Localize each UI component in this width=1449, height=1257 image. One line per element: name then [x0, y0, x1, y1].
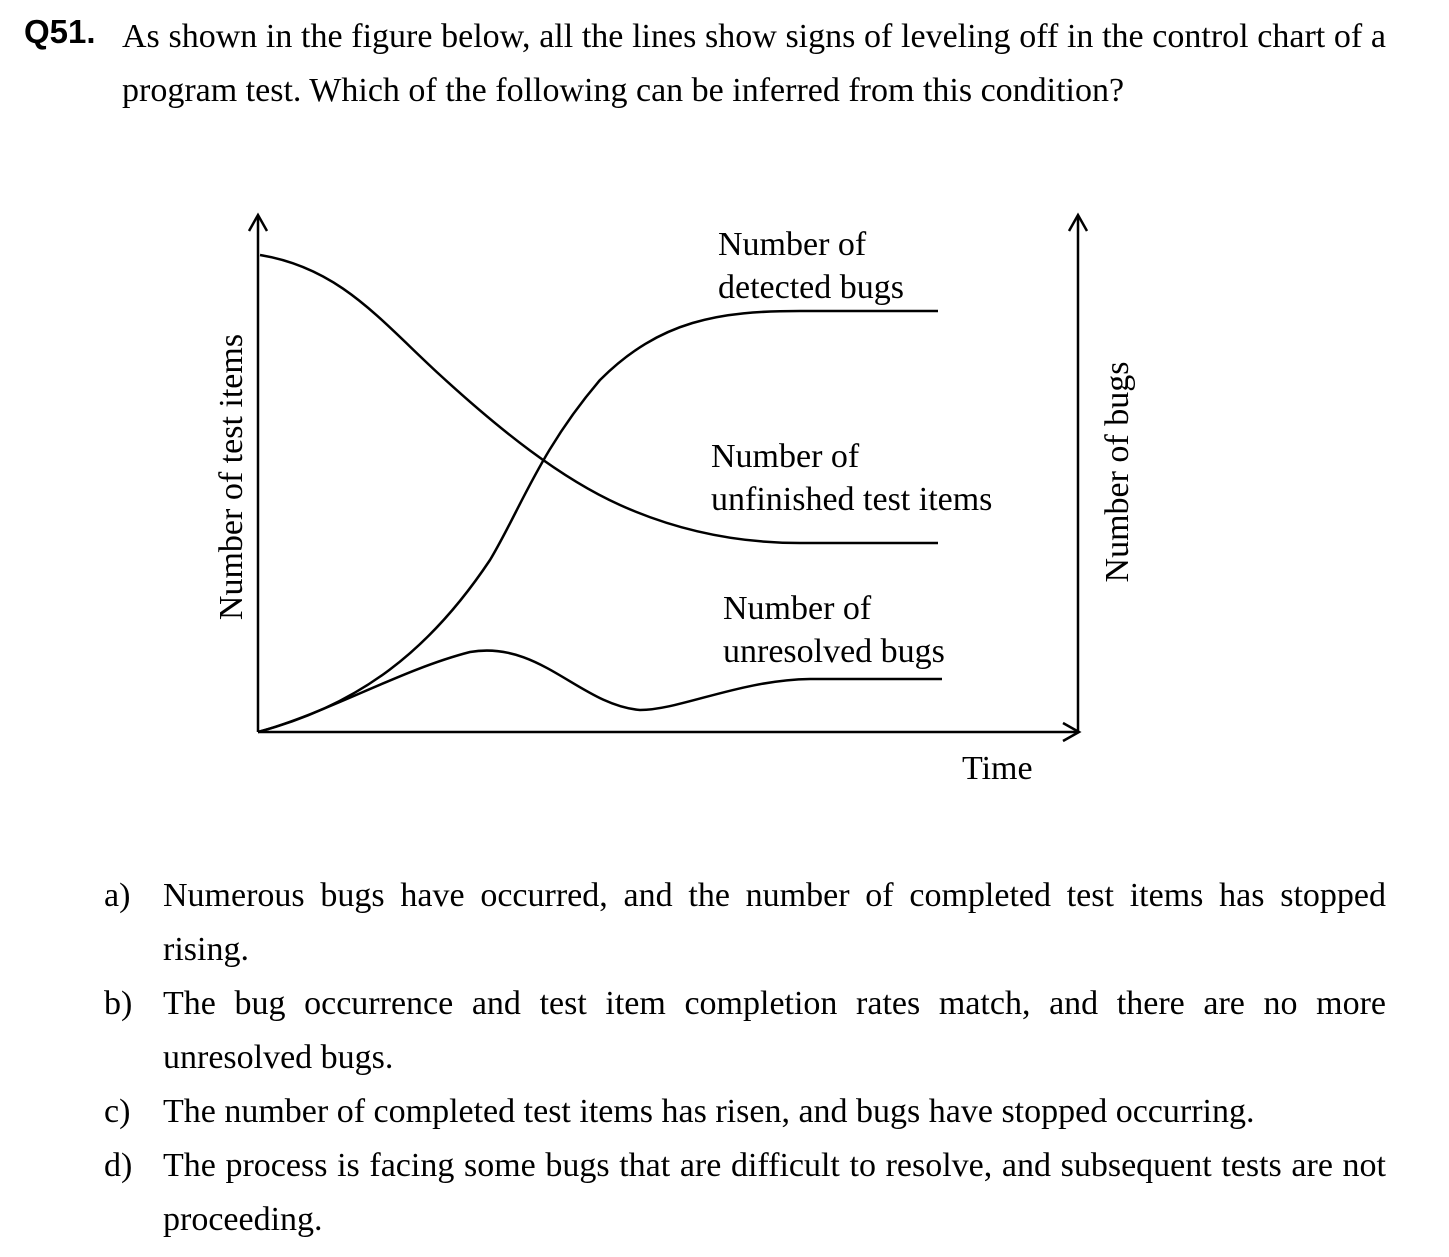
option-a-label: a): [104, 877, 131, 914]
unfinished-items-label-line1: Number of: [711, 438, 860, 475]
left-axis-label: Number of test items: [213, 334, 250, 620]
option-a[interactable]: a) Numerous bugs have occurred, and the …: [104, 869, 1386, 977]
option-d-text: The process is facing some bugs that are…: [163, 1147, 1386, 1238]
option-c-label: c): [104, 1093, 131, 1130]
unfinished-items-label-line2: unfinished test items: [711, 481, 992, 518]
detected-bugs-label-line2: detected bugs: [718, 269, 904, 306]
option-d-label: d): [104, 1147, 133, 1184]
option-d[interactable]: d) The process is facing some bugs that …: [104, 1139, 1386, 1247]
option-c-text: The number of completed test items has r…: [163, 1093, 1255, 1130]
time-axis-label: Time: [962, 750, 1033, 787]
option-b[interactable]: b) The bug occurrence and test item comp…: [104, 977, 1386, 1085]
option-b-label: b): [104, 985, 133, 1022]
option-a-text: Numerous bugs have occurred, and the num…: [163, 877, 1386, 968]
right-axis-label: Number of bugs: [1099, 362, 1136, 583]
detected-bugs-label-line1: Number of: [718, 226, 867, 263]
option-b-text: The bug occurrence and test item complet…: [163, 985, 1386, 1076]
unresolved-bugs-label-line1: Number of: [723, 590, 872, 627]
option-c[interactable]: c) The number of completed test items ha…: [104, 1085, 1386, 1139]
unresolved-bugs-label-line2: unresolved bugs: [723, 633, 945, 670]
